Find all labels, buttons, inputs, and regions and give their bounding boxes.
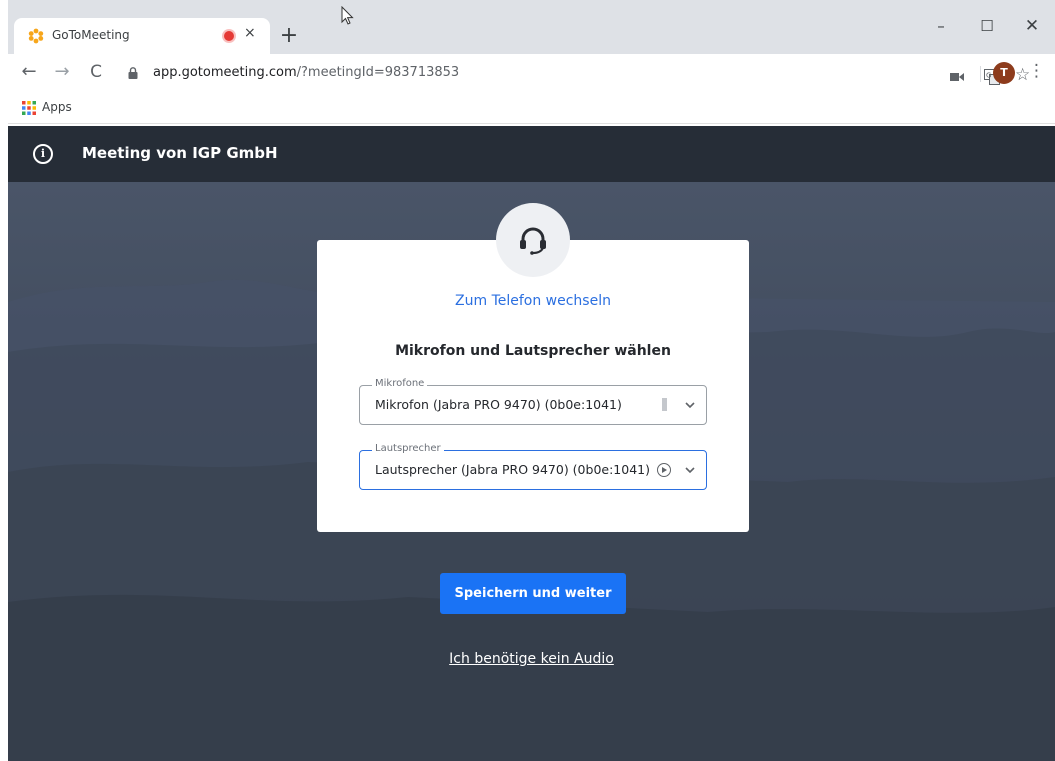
- svg-text:G: G: [986, 72, 991, 80]
- url-path: /?meetingId=983713853: [296, 65, 460, 80]
- no-audio-link[interactable]: Ich benötige kein Audio: [8, 651, 1055, 667]
- microphone-select[interactable]: Mikrofone Mikrofon (Jabra PRO 9470) (0b0…: [359, 378, 707, 425]
- camera-icon[interactable]: [950, 72, 964, 82]
- back-button[interactable]: ←: [18, 62, 40, 84]
- microphone-value: Mikrofon (Jabra PRO 9470) (0b0e:1041): [375, 397, 622, 412]
- forward-button[interactable]: →: [51, 62, 73, 84]
- browser-toolbar: ← → C app.gotomeeting.com/?meetingId=983…: [8, 54, 1055, 92]
- meeting-title: Meeting von IGP GmbH: [82, 144, 278, 162]
- browser-window: GoToMeeting × + – ☐ ✕ ← → C app.gotomeet…: [8, 0, 1055, 761]
- audio-setup-area: Zum Telefon wechseln Mikrofon und Lautsp…: [8, 182, 1055, 761]
- toolbar-divider: [980, 66, 981, 82]
- address-bar[interactable]: app.gotomeeting.com/?meetingId=983713853…: [118, 58, 1030, 88]
- meeting-header: i Meeting von IGP GmbH: [8, 126, 1055, 182]
- gotomeeting-flower-icon: [28, 28, 44, 44]
- tab-close-icon[interactable]: ×: [244, 25, 256, 41]
- maximize-button[interactable]: ☐: [967, 16, 1007, 40]
- minimize-button[interactable]: –: [921, 16, 961, 40]
- headset-badge: [496, 203, 570, 277]
- new-tab-button[interactable]: +: [276, 24, 302, 50]
- dialog-heading: Mikrofon und Lautsprecher wählen: [395, 343, 671, 359]
- lock-icon: [128, 67, 138, 79]
- tab-strip: GoToMeeting × + – ☐ ✕: [8, 0, 1055, 54]
- close-window-button[interactable]: ✕: [1012, 16, 1052, 40]
- tab-title: GoToMeeting: [52, 28, 130, 42]
- apps-bookmark[interactable]: Apps: [42, 100, 72, 114]
- microphone-legend: Mikrofone: [372, 378, 428, 389]
- tab-gotomeeting[interactable]: GoToMeeting ×: [14, 18, 270, 54]
- url-host: app.gotomeeting.com: [153, 65, 297, 80]
- recording-dot-icon: [224, 31, 234, 41]
- speaker-legend: Lautsprecher: [372, 443, 444, 454]
- audio-dialog: Zum Telefon wechseln Mikrofon und Lautsp…: [317, 240, 749, 532]
- apps-grid-icon[interactable]: [22, 101, 36, 115]
- url-text: app.gotomeeting.com/?meetingId=983713853: [153, 65, 459, 80]
- mic-level-icon: [662, 398, 667, 411]
- browser-menu-icon[interactable]: ⋮: [1028, 61, 1045, 81]
- chevron-down-icon: [685, 467, 695, 474]
- headset-icon: [520, 227, 546, 255]
- mouse-cursor-icon: [341, 6, 354, 25]
- speaker-select[interactable]: Lautsprecher Lautsprecher (Jabra PRO 947…: [359, 443, 707, 490]
- save-and-continue-button[interactable]: Speichern und weiter: [440, 573, 626, 614]
- info-icon[interactable]: i: [33, 144, 53, 164]
- bookmarks-bar: Apps: [8, 92, 1055, 124]
- play-test-sound-icon[interactable]: [657, 463, 671, 477]
- switch-to-phone-link[interactable]: Zum Telefon wechseln: [317, 293, 749, 309]
- profile-avatar[interactable]: T: [993, 62, 1015, 84]
- speaker-value: Lautsprecher (Jabra PRO 9470) (0b0e:1041…: [375, 462, 650, 477]
- chevron-down-icon: [685, 402, 695, 409]
- reload-button[interactable]: C: [85, 62, 107, 84]
